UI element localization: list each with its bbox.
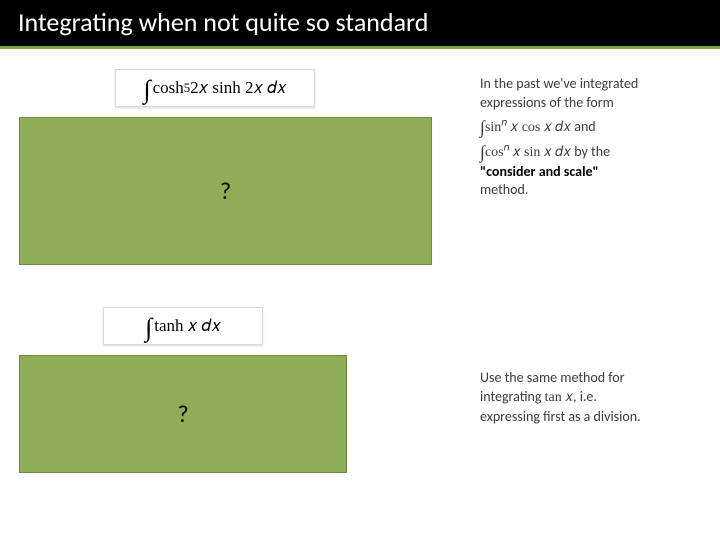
equation-text-1a: cosh <box>153 78 184 98</box>
reveal-mark-2: ? <box>177 400 188 429</box>
equation-card-1: ∫ cosh5 2𝑥 sinh 2𝑥 𝑑𝑥 <box>115 69 315 107</box>
reveal-box-1[interactable]: ? <box>19 117 432 265</box>
equation-text-2: tanh 𝑥 𝑑𝑥 <box>154 316 221 336</box>
side1-line2: expressions of the form <box>480 94 690 113</box>
integral-symbol: ∫ <box>145 313 152 343</box>
side2-line1: Use the same method for <box>480 369 690 388</box>
side2-line2: integrating tan 𝑥, i.e. <box>480 388 690 408</box>
side2-line3: expressing first as a division. <box>480 408 690 427</box>
page-title: Integrating when not quite so standard <box>0 0 720 49</box>
side1-line5: "consider and scale" <box>480 163 690 182</box>
slide: Integrating when not quite so standard ∫… <box>0 0 720 540</box>
equation-card-2: ∫ tanh 𝑥 𝑑𝑥 <box>103 307 263 345</box>
side1-line1: In the past we've integrated <box>480 75 690 94</box>
side1-line4: ∫cos𝑛 𝑥 sin 𝑥 𝑑𝑥 by the <box>480 138 690 163</box>
integral-symbol: ∫ <box>144 75 151 105</box>
int-icon: ∫ <box>480 140 485 164</box>
content-area: ∫ cosh5 2𝑥 sinh 2𝑥 𝑑𝑥 ? In the past we'v… <box>0 49 720 541</box>
side1-line3: ∫sin𝑛 𝑥 cos 𝑥 𝑑𝑥 and <box>480 113 690 138</box>
side-note-2: Use the same method for integrating tan … <box>480 369 690 427</box>
equation-text-1b: 2𝑥 sinh 2𝑥 𝑑𝑥 <box>190 78 286 98</box>
reveal-mark-1: ? <box>220 177 231 206</box>
reveal-box-2[interactable]: ? <box>19 355 347 473</box>
side-note-1: In the past we've integrated expressions… <box>480 75 690 200</box>
int-icon: ∫ <box>480 115 485 139</box>
side1-line6: method. <box>480 181 690 200</box>
